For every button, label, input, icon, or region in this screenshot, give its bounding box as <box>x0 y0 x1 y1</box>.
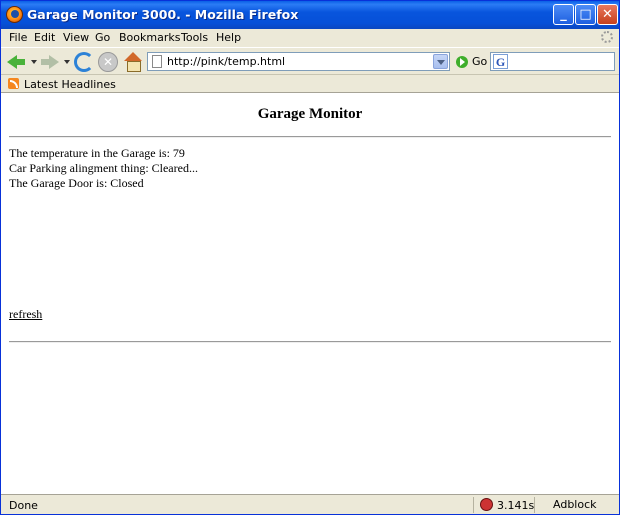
firefox-icon <box>6 6 23 23</box>
minimize-button[interactable]: _ <box>553 4 574 25</box>
adblock-label[interactable]: Adblock <box>553 498 597 511</box>
page-title: Garage Monitor <box>257 106 363 122</box>
load-timer: 3.141s <box>497 499 535 512</box>
temperature-line: The temperature in the Garage is: 79 <box>9 146 185 160</box>
rss-icon <box>8 78 19 89</box>
divider-bottom <box>9 341 611 343</box>
menu-help[interactable]: Help <box>216 31 241 44</box>
back-arrow-icon[interactable] <box>7 52 27 72</box>
menu-view[interactable]: View <box>63 31 89 44</box>
menu-file[interactable]: File <box>9 31 27 44</box>
status-text: Done <box>9 499 38 512</box>
page-icon <box>152 55 162 68</box>
page-content: Garage Monitor The temperature in the Ga… <box>1 93 619 494</box>
maximize-button[interactable]: □ <box>575 4 596 25</box>
reload-icon[interactable] <box>74 52 94 72</box>
status-separator <box>473 497 474 513</box>
parking-alignment-line: Car Parking alingment thing: Cleared... <box>9 161 198 175</box>
forward-dropdown-icon[interactable] <box>64 60 70 64</box>
title-bar[interactable]: Garage Monitor 3000. - Mozilla Firefox _… <box>1 1 619 29</box>
navigation-toolbar: ✕ http://pink/temp.html Go G <box>1 47 619 75</box>
divider-top <box>9 136 611 138</box>
menu-edit[interactable]: Edit <box>34 31 55 44</box>
window-title: Garage Monitor 3000. - Mozilla Firefox <box>27 7 299 22</box>
bookmark-latest-headlines[interactable]: Latest Headlines <box>24 78 116 91</box>
go-button-label[interactable]: Go <box>472 55 487 68</box>
browser-window: Garage Monitor 3000. - Mozilla Firefox _… <box>0 0 620 515</box>
google-search-icon[interactable]: G <box>493 54 508 69</box>
forward-arrow-icon[interactable] <box>40 52 60 72</box>
back-dropdown-icon[interactable] <box>31 60 37 64</box>
go-icon[interactable] <box>456 56 468 68</box>
stop-icon[interactable]: ✕ <box>98 52 118 72</box>
bookmarks-toolbar: Latest Headlines <box>1 75 619 93</box>
url-bar[interactable]: http://pink/temp.html <box>147 52 450 71</box>
close-button[interactable]: ✕ <box>597 4 618 25</box>
home-icon[interactable] <box>123 52 143 72</box>
garage-door-line: The Garage Door is: Closed <box>9 176 144 190</box>
refresh-link[interactable]: refresh <box>9 307 42 322</box>
menu-go[interactable]: Go <box>95 31 110 44</box>
url-text[interactable]: http://pink/temp.html <box>167 55 285 68</box>
status-separator <box>534 497 535 513</box>
url-dropdown-button[interactable] <box>433 54 448 69</box>
extension-icon[interactable] <box>480 498 493 511</box>
gear-icon <box>601 31 613 43</box>
menu-bar: File Edit View Go Bookmarks Tools Help <box>1 29 619 47</box>
menu-tools[interactable]: Tools <box>181 31 208 44</box>
status-bar: Done 3.141s Adblock <box>1 494 619 514</box>
menu-bookmarks[interactable]: Bookmarks <box>119 31 180 44</box>
search-input[interactable]: G <box>490 52 615 71</box>
